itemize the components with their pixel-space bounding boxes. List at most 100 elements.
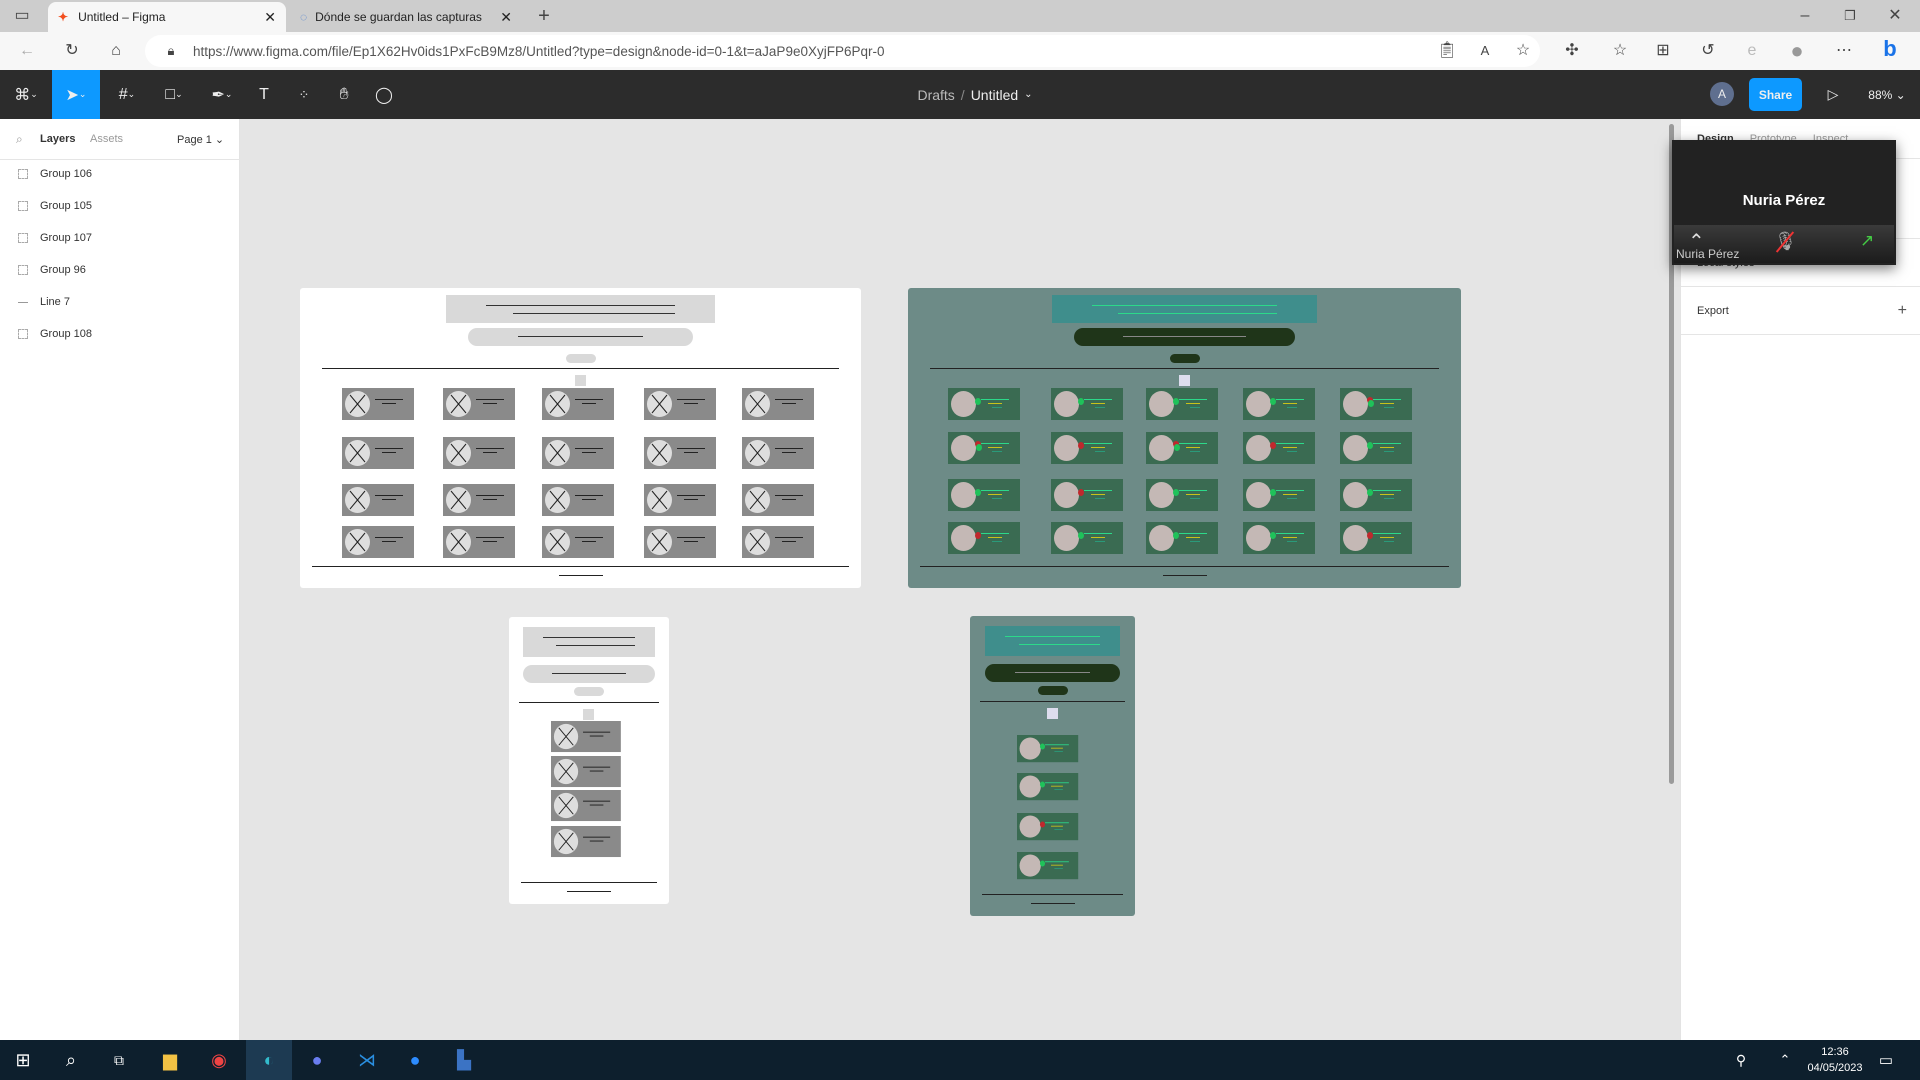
pop-out-icon[interactable]: ↗	[1860, 231, 1874, 251]
text-tool-icon[interactable]: T	[250, 70, 278, 119]
zoom-app-icon[interactable]: ●	[392, 1040, 438, 1080]
list-card	[742, 437, 814, 469]
avatar-placeholder	[1019, 775, 1041, 798]
clipboard-icon[interactable]: 📋︎	[1435, 39, 1459, 63]
canvas[interactable]: ?	[240, 119, 1896, 1040]
avatar[interactable]: A	[1710, 82, 1734, 106]
add-favorite-icon[interactable]: ☆	[1511, 39, 1535, 63]
layer-item[interactable]: Group 106	[18, 168, 92, 180]
status-dot-green	[1270, 489, 1276, 496]
avatar-placeholder	[446, 487, 471, 513]
more-icon[interactable]: ⋯	[1832, 39, 1856, 63]
edge-icon[interactable]: ◐	[246, 1040, 292, 1080]
breadcrumb-separator: /	[960, 86, 965, 103]
tab-assets[interactable]: Assets	[90, 133, 123, 145]
layer-item[interactable]: Group 105	[18, 200, 92, 212]
minimize-icon[interactable]: –	[1793, 4, 1817, 28]
chrome-icon[interactable]: ◉	[196, 1040, 242, 1080]
list-card	[1146, 432, 1218, 464]
participant-name: Nuria Pérez	[1742, 192, 1826, 209]
status-dot-green	[1367, 489, 1373, 496]
present-icon[interactable]: ▷	[1820, 70, 1846, 119]
mic-muted-icon[interactable]: 🎙︎	[1774, 231, 1797, 253]
breadcrumb-drafts[interactable]: Drafts	[917, 87, 954, 103]
home-icon[interactable]: ⌂	[104, 39, 128, 63]
list-card	[542, 484, 614, 516]
bing-icon[interactable]: b	[1878, 37, 1902, 61]
clock[interactable]: 12:36 04/05/2023	[1795, 1044, 1875, 1076]
comment-tool-icon[interactable]: ◯	[370, 70, 398, 119]
back-icon[interactable]: ←	[15, 39, 39, 63]
footer-text	[1162, 575, 1207, 576]
avatar-placeholder	[1149, 391, 1174, 417]
close-window-icon[interactable]: ✕	[1883, 4, 1907, 28]
task-view-icon[interactable]: ⧉	[96, 1040, 142, 1080]
zoom-video-overlay[interactable]: Nuria Pérez ⌃ Nuria Pérez 🎙︎ ↗	[1672, 140, 1896, 265]
avatar-placeholder	[1149, 435, 1174, 461]
resources-icon[interactable]: ⁘	[290, 70, 318, 119]
windows-taskbar: ⊞ ⌕ ⧉ ▆ ◉ ◐ ● ⋊ ● ▙ ⚲ ⌃ 12:36 04/05/2023…	[0, 1040, 1920, 1080]
collections-icon[interactable]: ⊞	[1651, 39, 1675, 63]
url-input[interactable]: 🔒︎ https://www.figma.com/file/Ep1X62Hv0i…	[145, 35, 1540, 67]
layer-item[interactable]: Group 107	[18, 232, 92, 244]
file-explorer-icon[interactable]: ▆	[147, 1040, 193, 1080]
discord-icon[interactable]: ●	[294, 1040, 340, 1080]
read-aloud-icon[interactable]: A	[1473, 39, 1497, 63]
group-icon	[18, 201, 28, 211]
tab-capturas[interactable]: ◌ Dónde se guardan las capturas d ✕	[290, 2, 522, 32]
list-card	[551, 721, 621, 753]
ie-mode-icon[interactable]: e	[1740, 39, 1764, 63]
search-icon[interactable]: ⌕	[48, 1040, 94, 1080]
list-card	[1243, 432, 1315, 464]
zoom-dropdown[interactable]: 88% ⌄	[1862, 70, 1912, 119]
rectangle-tool-icon[interactable]: □ ⌄	[155, 70, 193, 119]
wireframe-frame-1[interactable]	[300, 288, 861, 588]
hand-tool-icon[interactable]: ✋︎	[330, 70, 358, 119]
layer-item[interactable]: Group 96	[18, 264, 86, 276]
avatar-placeholder	[446, 529, 471, 555]
main-menu-icon[interactable]: ⌘ ⌄	[8, 70, 44, 119]
list-card	[443, 484, 515, 516]
subtitle-pill	[468, 328, 693, 346]
add-export-icon[interactable]: +	[1898, 302, 1907, 320]
extensions-icon[interactable]: ✣	[1560, 39, 1584, 63]
move-tool-icon[interactable]: ➤ ⌄	[52, 70, 100, 119]
close-tab-icon[interactable]: ✕	[264, 9, 276, 26]
page-selector[interactable]: Page 1 ⌄	[177, 133, 224, 146]
people-icon[interactable]: ⚲	[1726, 1040, 1756, 1080]
sidebar-toggle-icon[interactable]: ▭	[10, 4, 34, 28]
profile-icon[interactable]: ●	[1785, 39, 1809, 63]
new-tab-icon[interactable]: +	[532, 4, 556, 28]
favorites-icon[interactable]: ☆	[1608, 39, 1632, 63]
avatar-placeholder	[1343, 525, 1368, 551]
layer-name: Group 107	[40, 232, 92, 244]
avatar-placeholder	[951, 435, 976, 461]
subtitle-pill	[984, 664, 1121, 682]
status-dot-green	[975, 398, 981, 405]
list-card	[644, 526, 716, 558]
small-button	[1169, 354, 1200, 363]
chevron-down-icon[interactable]: ⌄	[1024, 89, 1032, 100]
pen-tool-icon[interactable]: ✒ ⌄	[203, 70, 241, 119]
layer-item[interactable]: Line 7	[18, 296, 70, 308]
history-icon[interactable]: ↺	[1696, 39, 1720, 63]
photos-icon[interactable]: ▙	[441, 1040, 487, 1080]
start-icon[interactable]: ⊞	[0, 1040, 46, 1080]
status-dot-green	[1368, 400, 1374, 407]
tab-layers[interactable]: Layers	[40, 133, 75, 145]
vscode-icon[interactable]: ⋊	[344, 1040, 390, 1080]
list-card	[542, 388, 614, 420]
share-button[interactable]: Share	[1749, 78, 1802, 111]
search-icon[interactable]: ⌕	[16, 132, 23, 147]
tab-figma[interactable]: ✦ Untitled – Figma ✕	[48, 2, 286, 32]
wireframe-frame-4[interactable]	[970, 616, 1135, 916]
wireframe-frame-3[interactable]	[509, 617, 669, 904]
notifications-icon[interactable]: ▭	[1866, 1040, 1906, 1080]
file-name[interactable]: Untitled	[971, 87, 1018, 103]
layer-item[interactable]: Group 108	[18, 328, 92, 340]
close-tab-icon[interactable]: ✕	[500, 9, 512, 26]
reload-icon[interactable]: ↻	[60, 39, 84, 63]
restore-icon[interactable]: ❐	[1838, 4, 1862, 28]
wireframe-frame-2[interactable]	[908, 288, 1461, 588]
frame-tool-icon[interactable]: # ⌄	[108, 70, 146, 119]
